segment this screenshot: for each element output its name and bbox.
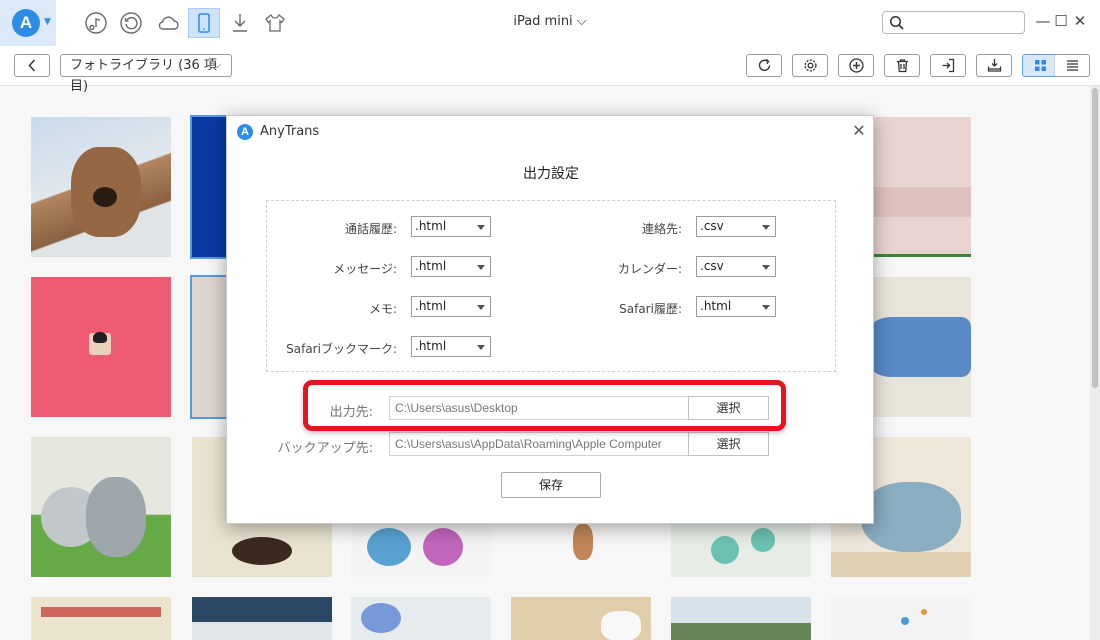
search-input[interactable] [909,14,1019,31]
contacts-format-select[interactable]: .csv [696,216,776,237]
anytrans-logo-icon: A [237,124,253,140]
download-icon[interactable] [227,10,253,36]
export-to-pc-icon [942,58,955,73]
backup-path-field[interactable]: C:\Users\asus\AppData\Roaming\Apple Comp… [389,432,689,456]
list-view-icon [1067,60,1078,71]
anytrans-logo-icon: A [12,9,40,37]
messages-format-select[interactable]: .html [411,256,491,277]
call-history-format-value: .html [415,219,447,233]
dialog-app-name: AnyTrans [260,124,320,139]
output-settings-dialog: A AnyTrans ✕ 出力設定 通話履歴: .html メッセージ: .ht… [226,115,874,524]
close-icon[interactable]: ✕ [849,121,869,141]
dialog-title: 出力設定 [523,166,579,182]
call-history-format-select[interactable]: .html [411,216,491,237]
calendar-format-value: .csv [700,259,724,273]
calendar-format-select[interactable]: .csv [696,256,776,277]
notes-label: メモ: [368,302,397,316]
grid-view-icon [1035,60,1046,71]
minimize-icon[interactable]: — [1035,12,1051,30]
grid-view-button[interactable] [1022,54,1058,77]
messages-format-value: .html [415,259,447,273]
dropdown-arrow-icon [762,265,770,270]
settings-button[interactable] [792,54,828,77]
safari-history-label: Safari履歴: [619,302,682,316]
calendar-label: カレンダー: [617,262,682,276]
back-button[interactable] [14,54,50,77]
app-menu-button[interactable]: A ▼ [0,0,56,46]
list-view-button[interactable] [1054,54,1090,77]
dropdown-arrow-icon [477,305,485,310]
trash-icon [897,59,908,73]
safari-bookmarks-format-value: .html [415,339,447,353]
messages-label: メッセージ: [333,262,397,276]
history-icon[interactable] [118,10,144,36]
music-icon[interactable] [83,10,109,36]
search-icon [889,15,904,30]
refresh-button[interactable] [746,54,782,77]
dropdown-arrow-icon [477,345,485,350]
toolbar: フォトライブラリ (36 項目) ⌵ [0,46,1100,94]
shirt-icon[interactable] [262,10,288,36]
contacts-label: 連絡先: [641,222,682,236]
backup-path-label: バックアップ先: [277,441,373,456]
export-to-pc-button[interactable] [930,54,966,77]
ipad-device-icon [191,10,217,36]
dropdown-arrow-icon [477,225,485,230]
delete-button[interactable] [884,54,920,77]
safari-history-format-value: .html [700,299,732,313]
refresh-icon [758,58,771,71]
chevron-down-icon: ▼ [44,17,51,27]
export-to-device-button[interactable] [976,54,1012,77]
cloud-icon[interactable] [155,10,181,36]
photo-library-dropdown[interactable]: フォトライブラリ (36 項目) ⌵ [60,54,232,94]
maximize-icon[interactable]: ☐ [1053,12,1069,30]
contacts-format-value: .csv [700,219,724,233]
device-selector[interactable]: iPad mini ⌵ [450,14,650,29]
dropdown-arrow-icon [762,305,770,310]
call-history-label: 通話履歴: [344,222,397,236]
close-window-icon[interactable]: ✕ [1072,12,1088,30]
safari-bookmarks-format-select[interactable]: .html [411,336,491,357]
search-box[interactable] [882,11,1025,34]
export-to-device-icon [987,59,1002,72]
notes-format-value: .html [415,299,447,313]
add-button[interactable] [838,54,874,77]
chevron-left-icon [28,59,36,72]
dropdown-arrow-icon [762,225,770,230]
save-button[interactable]: 保存 [501,472,601,498]
safari-bookmarks-label: Safariブックマーク: [286,342,397,356]
safari-history-format-select[interactable]: .html [696,296,776,317]
notes-format-select[interactable]: .html [411,296,491,317]
title-bar: A ▼ iPad mini ⌵ — ☐ ✕ [0,0,1100,46]
backup-path-browse-button[interactable]: 選択 [688,432,769,456]
dropdown-arrow-icon [477,265,485,270]
chevron-down-icon: ⌵ [213,60,221,71]
gear-icon [804,59,817,72]
plus-icon [849,58,864,73]
highlight-annotation [303,380,786,431]
